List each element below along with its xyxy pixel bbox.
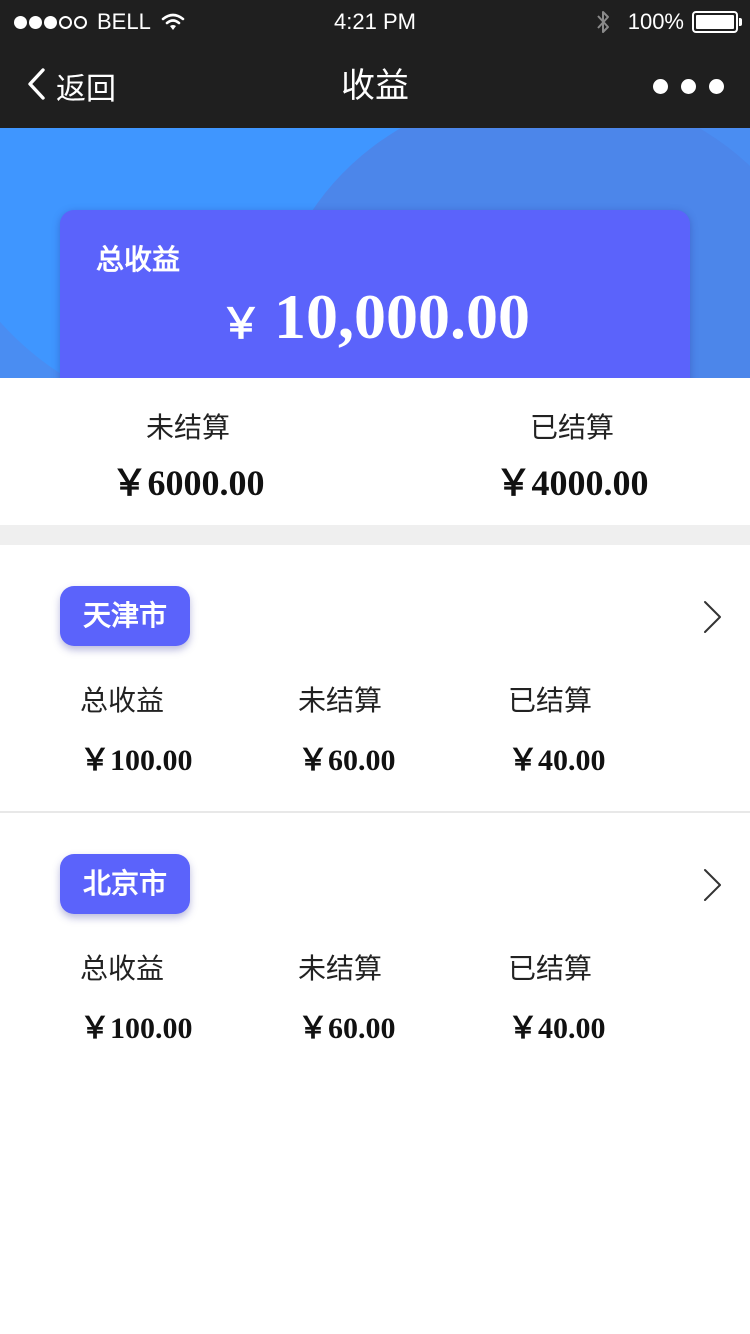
settled-label: 已结算 bbox=[529, 411, 614, 444]
settlement-summary: 未结算 ￥6000.00 已结算 ￥4000.00 bbox=[0, 378, 750, 525]
chevron-right-icon[interactable] bbox=[700, 867, 724, 903]
city-settled-label: 已结算 bbox=[508, 952, 593, 985]
currency-symbol: ￥ bbox=[219, 302, 262, 348]
total-earnings-card: 总收益 ￥ 10,000.00 bbox=[60, 210, 690, 378]
city-total-value: ￥100.00 bbox=[80, 744, 193, 777]
more-button[interactable] bbox=[640, 74, 724, 98]
more-dots-icon bbox=[653, 78, 668, 94]
city-unsettled-value: ￥60.00 bbox=[298, 744, 396, 777]
more-dots-icon bbox=[709, 78, 724, 94]
settled-summary: 已结算 ￥4000.00 bbox=[422, 408, 722, 506]
city-tag: 天津市 bbox=[60, 586, 190, 646]
city-unsettled-stat: 未结算 ￥60.00 bbox=[298, 951, 396, 1047]
city-settled-label: 已结算 bbox=[508, 684, 593, 717]
section-divider bbox=[0, 525, 750, 545]
page-title: 收益 bbox=[341, 66, 409, 106]
city-card[interactable]: 北京市 总收益 ￥100.00 未结算 ￥60.00 已结算 ￥40.00 bbox=[0, 813, 750, 1081]
city-settled-stat: 已结算 ￥40.00 bbox=[508, 951, 606, 1047]
city-total-label: 总收益 bbox=[80, 684, 165, 717]
hero-banner: 总收益 ￥ 10,000.00 bbox=[0, 128, 750, 378]
city-settled-stat: 已结算 ￥40.00 bbox=[508, 683, 606, 779]
more-dots-icon bbox=[681, 78, 696, 94]
total-earnings-value: 10,000.00 bbox=[274, 281, 530, 352]
battery-percent: 100% bbox=[627, 9, 684, 34]
status-right-group: 100% bbox=[596, 8, 742, 36]
nav-bar: 返回 收益 bbox=[0, 44, 750, 128]
city-unsettled-label: 未结算 bbox=[298, 952, 383, 985]
bluetooth-icon bbox=[596, 9, 610, 35]
unsettled-summary: 未结算 ￥6000.00 bbox=[38, 408, 338, 506]
city-unsettled-stat: 未结算 ￥60.00 bbox=[298, 683, 396, 779]
chevron-right-icon[interactable] bbox=[700, 599, 724, 635]
city-total-stat: 总收益 ￥100.00 bbox=[80, 683, 193, 779]
settled-value: ￥4000.00 bbox=[495, 463, 649, 503]
unsettled-label: 未结算 bbox=[145, 411, 230, 444]
city-total-value: ￥100.00 bbox=[80, 1012, 193, 1045]
unsettled-value: ￥6000.00 bbox=[111, 463, 265, 503]
city-unsettled-value: ￥60.00 bbox=[298, 1012, 396, 1045]
city-tag: 北京市 bbox=[60, 854, 190, 914]
city-total-stat: 总收益 ￥100.00 bbox=[80, 951, 193, 1047]
city-unsettled-label: 未结算 bbox=[298, 684, 383, 717]
city-total-label: 总收益 bbox=[80, 952, 165, 985]
total-earnings-label: 总收益 bbox=[96, 243, 181, 276]
city-settled-value: ￥40.00 bbox=[508, 744, 606, 777]
total-earnings-amount: ￥ 10,000.00 bbox=[60, 280, 690, 354]
status-bar: BELL 4:21 PM 100% bbox=[0, 0, 750, 44]
city-card[interactable]: 天津市 总收益 ￥100.00 未结算 ￥60.00 已结算 ￥40.00 bbox=[0, 545, 750, 813]
battery-icon bbox=[692, 11, 742, 33]
city-settled-value: ￥40.00 bbox=[508, 1012, 606, 1045]
